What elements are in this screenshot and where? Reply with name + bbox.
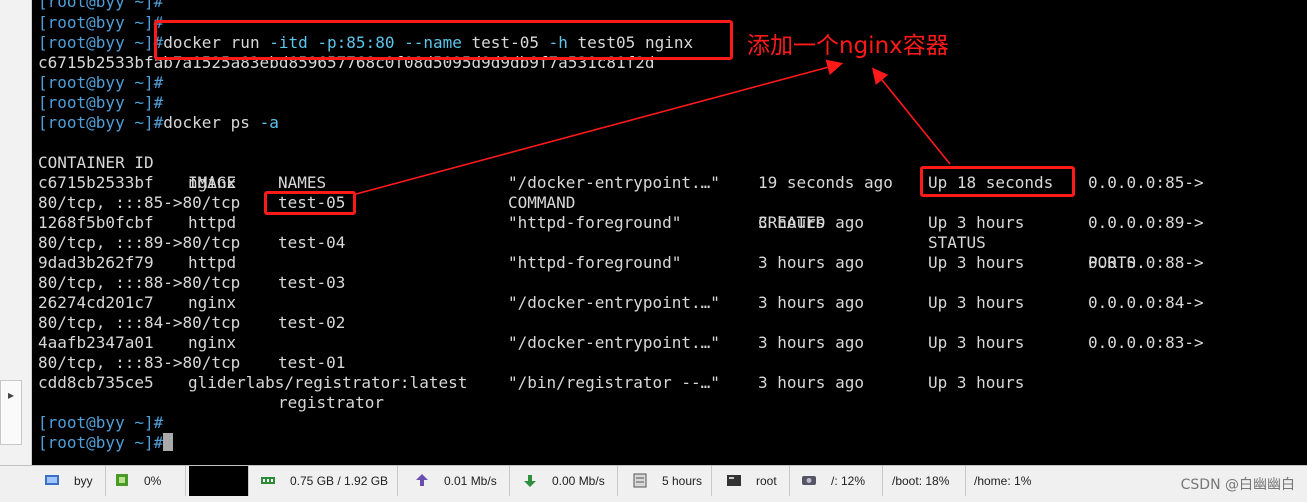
annotation-label: 添加一个nginx容器: [747, 33, 949, 59]
chevron-right-icon[interactable]: ▸: [8, 388, 14, 402]
status-disk-root[interactable]: /: 12%: [797, 466, 883, 496]
memory-icon: [261, 477, 275, 484]
annotation-arrows: [355, 59, 951, 195]
status-host[interactable]: byy: [40, 466, 106, 496]
status-bar: byy 0% 0.75 GB / 1.92 GB 0.01 Mb/s 0.00 …: [0, 465, 1307, 502]
status-download[interactable]: 0.00 Mb/s: [518, 466, 618, 496]
download-icon: [524, 475, 536, 487]
upload-icon: [416, 474, 428, 486]
arrow-to-name: [355, 59, 844, 195]
status-memory[interactable]: 0.75 GB / 1.92 GB: [256, 466, 398, 496]
arrow-to-status: [871, 67, 951, 165]
host-icon: [45, 475, 59, 485]
terminal-user-icon: [727, 475, 741, 486]
status-upload[interactable]: 0.01 Mb/s: [410, 466, 510, 496]
watermark: CSDN @白幽幽白: [1180, 477, 1295, 493]
cpu-graph: [189, 466, 249, 496]
status-disk-boot[interactable]: /boot: 18%: [888, 466, 966, 496]
uptime-icon: [633, 473, 647, 488]
disk-icon: [802, 476, 816, 485]
status-disk-home[interactable]: /home: 1%: [970, 466, 1054, 496]
cpu-icon: [116, 474, 128, 486]
terminal-window[interactable]: [root@byy ~]# [root@byy ~]# [root@byy ~]…: [32, 0, 1307, 465]
status-cpu[interactable]: 0%: [110, 466, 186, 496]
status-user[interactable]: root: [722, 466, 790, 496]
left-panel-edge: ▸: [0, 0, 32, 465]
status-uptime[interactable]: 5 hours: [628, 466, 712, 496]
